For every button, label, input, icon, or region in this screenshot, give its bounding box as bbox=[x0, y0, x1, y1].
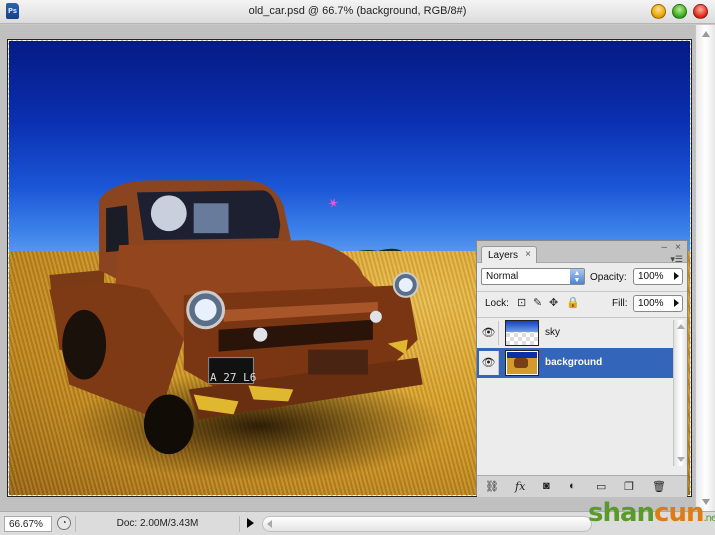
fill-label: Fill: bbox=[612, 298, 628, 309]
layers-panel-header: Layers × – × ▾☰ bbox=[477, 241, 687, 264]
blend-mode-spinner-icon[interactable]: ▲ ▼ bbox=[570, 269, 584, 284]
layer-row-sky[interactable]: 👁 sky bbox=[477, 318, 673, 348]
add-mask-icon[interactable]: ◙ bbox=[543, 480, 550, 492]
layers-panel-body: Normal ▲ ▼ Opacity: 100% Lock: ⊡ ✎ ✥ 🔒 Fi… bbox=[477, 263, 687, 497]
collapse-panel-icon[interactable]: – bbox=[661, 242, 667, 253]
adjustment-layer-icon[interactable]: ◐ bbox=[569, 480, 576, 492]
opacity-slider-arrow-icon[interactable] bbox=[674, 272, 679, 280]
layers-tab-label: Layers bbox=[488, 250, 519, 261]
lock-all-icon[interactable]: 🔒 bbox=[566, 296, 580, 309]
scroll-left-arrow-icon[interactable] bbox=[267, 520, 272, 528]
new-group-icon[interactable]: ▭ bbox=[596, 480, 606, 493]
layers-scrollbar[interactable] bbox=[673, 320, 687, 466]
layer-name: background bbox=[545, 357, 603, 368]
scroll-down-arrow-icon[interactable] bbox=[677, 457, 685, 462]
watermark-part2: cun bbox=[654, 498, 704, 528]
fill-value: 100% bbox=[638, 298, 664, 309]
blend-mode-select[interactable]: Normal ▲ ▼ bbox=[481, 268, 585, 285]
minimize-button[interactable] bbox=[651, 4, 666, 19]
vertical-scrollbar[interactable] bbox=[695, 25, 715, 511]
proof-setup-icon[interactable]: ◔ bbox=[57, 516, 71, 530]
fill-field[interactable]: 100% bbox=[633, 295, 683, 312]
lock-transparent-pixels-icon[interactable]: ⊡ bbox=[517, 296, 526, 309]
layer-name: sky bbox=[545, 327, 560, 338]
visibility-eye-icon[interactable]: 👁 bbox=[479, 351, 499, 375]
opacity-label: Opacity: bbox=[590, 272, 627, 283]
opacity-value: 100% bbox=[638, 271, 664, 282]
scroll-up-arrow-icon[interactable] bbox=[702, 31, 710, 37]
lock-position-icon[interactable]: ✥ bbox=[549, 296, 558, 309]
watermark-logo: shancun.net bbox=[588, 498, 715, 528]
blend-mode-value: Normal bbox=[486, 271, 519, 282]
close-button[interactable] bbox=[693, 4, 708, 19]
layer-row-background[interactable]: 👁 background bbox=[477, 348, 673, 378]
license-plate-text: A 27 L62 bbox=[210, 371, 257, 384]
layers-panel-footer: ⛓ fx ◙ ◐ ▭ ❐ 🗑 bbox=[477, 475, 687, 497]
lock-image-pixels-icon[interactable]: ✎ bbox=[533, 296, 542, 309]
status-menu-arrow-icon[interactable] bbox=[247, 518, 254, 528]
license-plate: A 27 L62 bbox=[210, 371, 257, 384]
layer-thumbnail-sky bbox=[505, 320, 539, 346]
link-layers-icon[interactable]: ⛓ bbox=[485, 480, 499, 493]
layer-thumbnail-background bbox=[505, 350, 539, 376]
layers-tab[interactable]: Layers × bbox=[481, 246, 537, 264]
close-tab-icon[interactable]: × bbox=[525, 249, 531, 260]
zoom-level-value: 66.67% bbox=[9, 519, 43, 530]
opacity-field[interactable]: 100% bbox=[633, 268, 683, 285]
fx-icon[interactable]: fx bbox=[515, 480, 525, 493]
watermark-part1: shan bbox=[588, 498, 655, 528]
window-title: old_car.psd @ 66.7% (background, RGB/8#) bbox=[248, 5, 467, 17]
maximize-button[interactable] bbox=[672, 4, 687, 19]
divider bbox=[477, 291, 687, 292]
lock-label: Lock: bbox=[485, 298, 509, 309]
horizontal-scrollbar[interactable] bbox=[262, 516, 592, 532]
layers-panel: Layers × – × ▾☰ Normal ▲ ▼ Opacity: 100% … bbox=[476, 240, 688, 497]
scroll-up-arrow-icon[interactable] bbox=[677, 324, 685, 329]
delete-layer-icon[interactable]: 🗑 bbox=[652, 480, 666, 493]
zoom-level-field[interactable]: 66.67% bbox=[4, 516, 52, 532]
fill-slider-arrow-icon[interactable] bbox=[674, 299, 679, 307]
visibility-eye-icon[interactable]: 👁 bbox=[479, 321, 499, 345]
title-bar: Ps old_car.psd @ 66.7% (background, RGB/… bbox=[0, 0, 715, 24]
close-panel-icon[interactable]: × bbox=[675, 242, 681, 253]
new-layer-icon[interactable]: ❐ bbox=[624, 480, 634, 493]
doc-info: Doc: 2.00M/3.43M bbox=[75, 516, 240, 532]
watermark-suffix: .net bbox=[703, 513, 715, 524]
